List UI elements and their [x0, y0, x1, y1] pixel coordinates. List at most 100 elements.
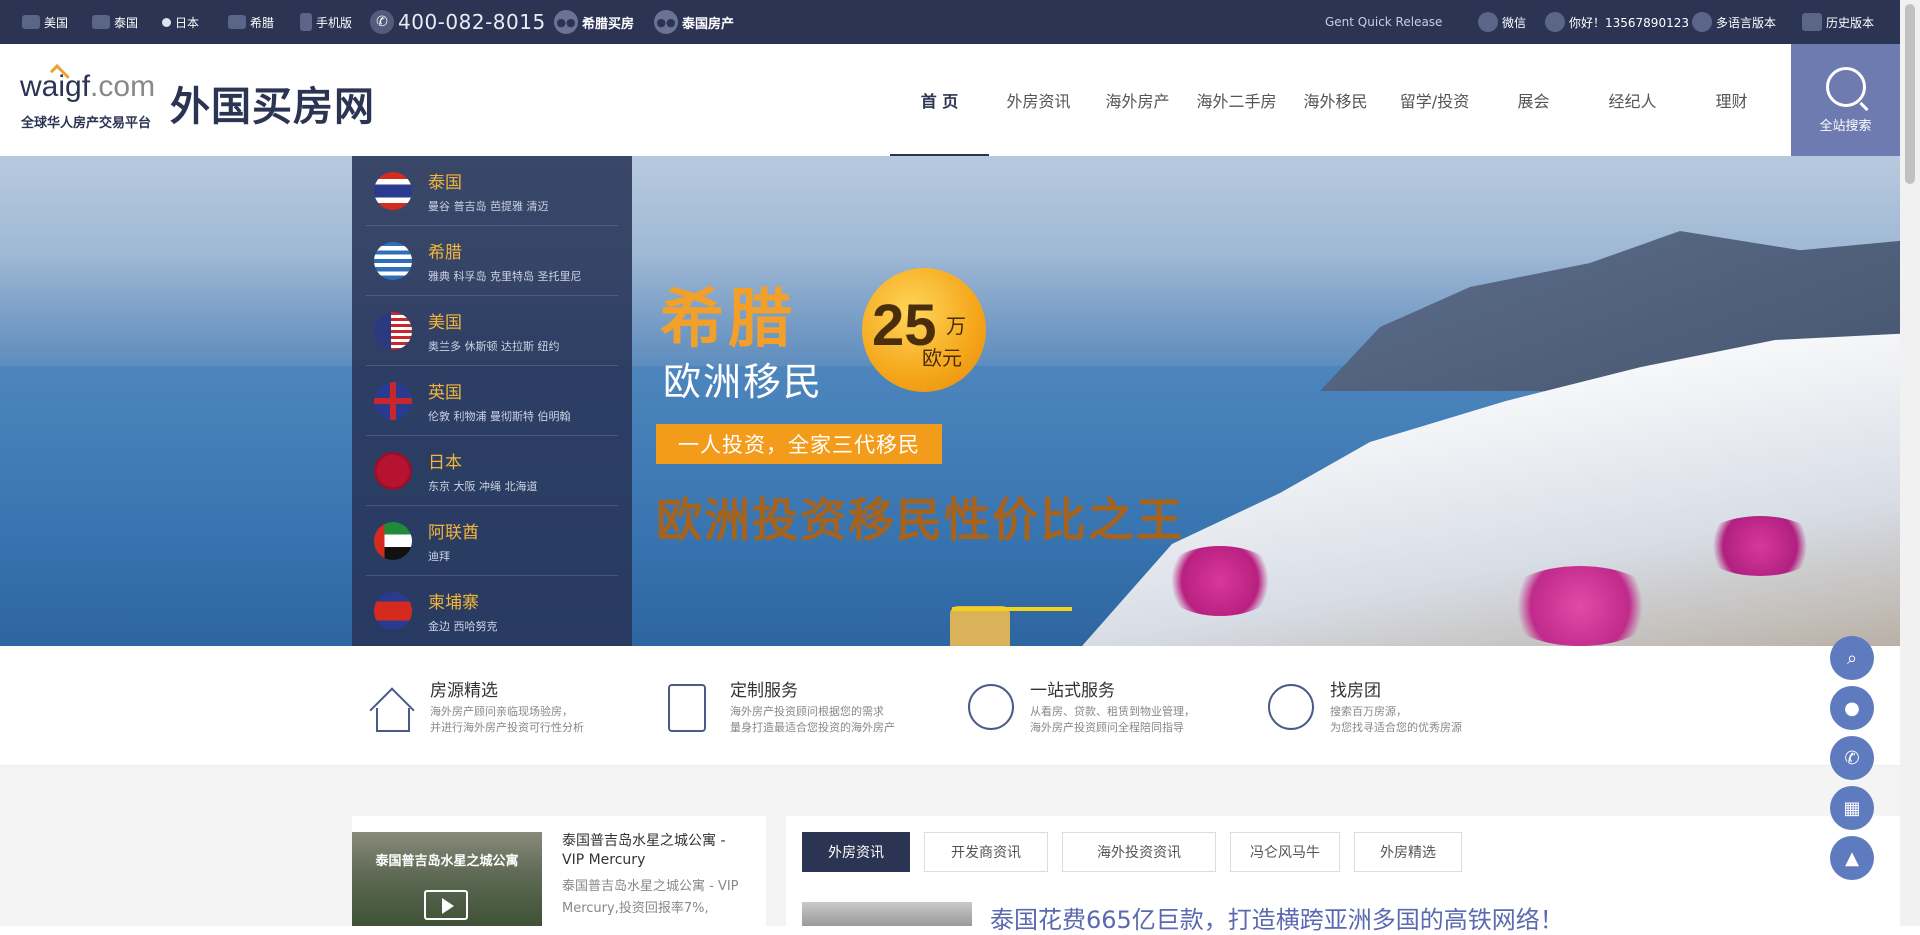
news-tabs-panel: 外房资讯 开发商资讯 海外投资资讯 冯仑风马牛 外房精选 泰国花费665亿巨款，… — [786, 816, 1900, 934]
logo-slogan: 全球华人房产交易平台 — [21, 116, 152, 131]
rocket-icon: ▲ — [1845, 847, 1859, 869]
cambodia-flag-icon — [374, 592, 412, 630]
hotline: ✆ 400-082-8015 — [370, 0, 546, 44]
document-icon — [668, 684, 706, 732]
featured-video-news[interactable]: 泰国普吉岛水星之城公寓 泰国普吉岛水星之城公寓 - VIP Mercury 泰国… — [352, 816, 766, 926]
slider-indicator[interactable] — [952, 607, 1072, 611]
japan-dot-icon — [162, 17, 171, 27]
tab-fenglun[interactable]: 冯仑风马牛 — [1230, 832, 1340, 872]
top-bar: 美国 泰国 日本 希腊 手机版 ✆ 400-082-8015 ●● 希腊买房 ●… — [0, 0, 1900, 44]
country-item-thailand[interactable]: 泰国 曼谷 普吉岛 芭提雅 清迈 — [366, 156, 618, 226]
country-item-uk[interactable]: 英国 伦敦 利物浦 曼彻斯特 伯明翰 — [366, 366, 618, 436]
banner-slogan: 欧洲投资移民性价比之王 — [656, 493, 1184, 547]
news-headline[interactable]: 泰国花费665亿巨款，打造横跨亚洲多国的高铁网络！ — [990, 900, 1564, 935]
wechat-link[interactable]: 微信 — [1478, 0, 1526, 44]
temple-icon — [92, 15, 110, 29]
uae-flag-icon — [374, 522, 412, 560]
nav-agent[interactable]: 经纪人 — [1583, 44, 1682, 156]
float-search-button[interactable]: ⌕ — [1830, 636, 1874, 680]
phone-icon: ✆ — [370, 10, 394, 34]
history-icon — [1802, 13, 1822, 31]
main-nav: 首 页 外房资讯 海外房产 海外二手房 海外移民 留学/投资 展会 经纪人 理财 — [890, 44, 1781, 156]
chat-icon: ● — [1844, 697, 1860, 719]
news-summary: 泰国普吉岛水星之城公寓 - VIP Mercury,投资回报率7%, — [562, 879, 739, 916]
phone-icon: ✆ — [1844, 747, 1860, 769]
house-icon — [368, 684, 414, 732]
nav-news[interactable]: 外房资讯 — [989, 44, 1088, 156]
japan-flag-icon — [374, 452, 412, 490]
country-link-japan[interactable]: 日本 — [162, 0, 199, 44]
country-item-usa[interactable]: 美国 奥兰多 休斯顿 达拉斯 纽约 — [366, 296, 618, 366]
user-greeting[interactable]: 你好！13567890123 — [1545, 0, 1689, 44]
nav-study-invest[interactable]: 留学/投资 — [1385, 44, 1484, 156]
site-header: waigf.com 全球华人房产交易平台 外国买房网 首 页 外房资讯 海外房产… — [0, 44, 1900, 156]
wechat-icon: ●● — [654, 10, 678, 34]
nav-exhibition[interactable]: 展会 — [1484, 44, 1583, 156]
logo-en: waigf — [20, 70, 91, 103]
globe-icon — [1692, 12, 1712, 32]
uk-flag-icon — [374, 382, 412, 420]
search-icon: ⌕ — [1846, 647, 1858, 669]
banner-title: 希腊 — [660, 283, 796, 357]
nav-immigration[interactable]: 海外移民 — [1286, 44, 1385, 156]
link-thailand-property[interactable]: ●● 泰国房产 — [654, 0, 734, 44]
nav-overseas-property[interactable]: 海外房产 — [1088, 44, 1187, 156]
news-title[interactable]: 泰国普吉岛水星之城公寓 - VIP Mercury — [562, 832, 752, 870]
greece-flag-icon — [374, 242, 412, 280]
tab-investment-news[interactable]: 海外投资资讯 — [1062, 832, 1216, 872]
nav-finance[interactable]: 理财 — [1682, 44, 1781, 156]
mobile-version-link[interactable]: 手机版 — [300, 0, 352, 44]
usa-flag-icon — [22, 15, 40, 29]
nav-home[interactable]: 首 页 — [890, 44, 989, 156]
page-scrollbar[interactable] — [1900, 0, 1920, 926]
price-badge: 25 万 欧元 — [862, 268, 986, 392]
play-icon[interactable] — [424, 890, 468, 920]
user-icon — [1545, 12, 1565, 32]
hero-banner[interactable]: 希腊 欧洲移民 25 万 欧元 一人投资，全家三代移民 欧洲投资移民性价比之王 — [0, 156, 1900, 646]
search-icon — [1825, 66, 1866, 107]
country-item-uae[interactable]: 阿联酋 迪拜 — [366, 506, 618, 576]
country-link-thailand[interactable]: 泰国 — [92, 0, 138, 44]
feature-custom-service[interactable]: 定制服务 海外房产投资顾问根据您的需求 量身打造最适合您投资的海外房产 — [668, 676, 968, 746]
country-item-cambodia[interactable]: 柬埔寨 金边 西哈努克 — [366, 576, 618, 646]
qrcode-icon: ▦ — [1843, 797, 1861, 819]
site-logo[interactable]: waigf.com 全球华人房产交易平台 外国买房网 — [20, 64, 400, 144]
wechat-icon — [1478, 12, 1498, 32]
language-link[interactable]: 多语言版本 — [1692, 0, 1776, 44]
float-top-button[interactable]: ▲ — [1830, 836, 1874, 880]
feature-house-hunting-group[interactable]: 找房团 搜索百万房源， 为您找寻适合您的优秀房源 — [1268, 676, 1568, 746]
feature-strip: 房源精选 海外房产顾问亲临现场验房， 并进行海外房产投资可行性分析 定制服务 海外… — [0, 646, 1900, 766]
news-thumbnail[interactable] — [802, 902, 972, 926]
tab-developer-news[interactable]: 开发商资讯 — [924, 832, 1048, 872]
history-version-link[interactable]: 历史版本 — [1802, 0, 1874, 44]
feature-one-stop-service[interactable]: 一站式服务 从看房、贷款、租赁到物业管理， 海外房产投资顾问全程陪同指导 — [968, 676, 1268, 746]
country-link-greece[interactable]: 希腊 — [228, 0, 274, 44]
logo-en-suffix: .com — [90, 70, 156, 103]
country-item-japan[interactable]: 日本 东京 大阪 冲绳 北海道 — [366, 436, 618, 506]
headset-icon — [968, 684, 1014, 730]
country-menu: 泰国 曼谷 普吉岛 芭提雅 清迈 希腊 雅典 科孚岛 克里特岛 圣托里尼 美国 … — [352, 156, 632, 646]
tab-selected[interactable]: 外房精选 — [1354, 832, 1462, 872]
nav-second-hand[interactable]: 海外二手房 — [1187, 44, 1286, 156]
release-link[interactable]: Gent Quick Release — [1325, 0, 1442, 44]
news-tabs: 外房资讯 开发商资讯 海外投资资讯 冯仑风马牛 外房精选 — [802, 832, 1462, 872]
thailand-flag-icon — [374, 172, 412, 210]
greece-flag-icon — [228, 15, 246, 29]
logo-cn: 外国买房网 — [170, 84, 375, 130]
country-item-greece[interactable]: 希腊 雅典 科孚岛 克里特岛 圣托里尼 — [366, 226, 618, 296]
banner-tag: 一人投资，全家三代移民 — [656, 424, 942, 464]
float-phone-button[interactable]: ✆ — [1830, 736, 1874, 780]
tab-overseas-news[interactable]: 外房资讯 — [802, 832, 910, 872]
news-section: 泰国普吉岛水星之城公寓 泰国普吉岛水星之城公寓 - VIP Mercury 泰国… — [0, 766, 1900, 934]
feature-selected-listings[interactable]: 房源精选 海外房产顾问亲临现场验房， 并进行海外房产投资可行性分析 — [368, 676, 668, 746]
float-chat-button[interactable]: ● — [1830, 686, 1874, 730]
banner-subtitle: 欧洲移民 — [663, 360, 824, 404]
mobile-icon — [300, 13, 312, 31]
wechat-icon: ●● — [554, 10, 578, 34]
scrollbar-thumb[interactable] — [1905, 4, 1915, 184]
link-greece-buy[interactable]: ●● 希腊买房 — [554, 0, 634, 44]
video-thumbnail[interactable]: 泰国普吉岛水星之城公寓 — [352, 832, 542, 926]
float-qrcode-button[interactable]: ▦ — [1830, 786, 1874, 830]
country-link-usa[interactable]: 美国 — [22, 0, 68, 44]
site-search-button[interactable]: 全站搜索 — [1791, 44, 1900, 156]
